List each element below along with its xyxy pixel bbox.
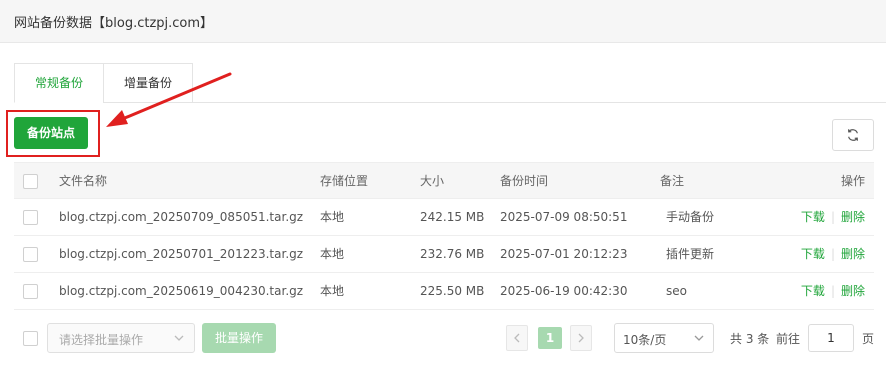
refresh-icon [848,129,858,141]
action-separator: | [830,284,835,298]
delete-link[interactable]: 删除 [841,284,865,298]
footer-select-all-checkbox[interactable] [23,331,38,346]
row-filename: blog.ctzpj.com_20250619_004230.tar.gz [59,284,304,298]
row-size: 232.76 MB [420,247,485,261]
row-actions: 下载 | 删除 [801,273,865,310]
goto-label: 前往 [776,332,801,346]
current-page[interactable]: 1 [538,327,562,349]
next-page-button[interactable] [570,325,592,351]
backup-site-button[interactable]: 备份站点 [14,117,88,149]
col-note: 备注 [660,174,685,188]
row-actions: 下载 | 删除 [801,199,865,236]
chevron-down-icon [694,335,704,341]
chevron-left-icon [514,333,520,343]
chevron-right-icon [578,333,584,343]
row-note: 插件更新 [666,247,715,261]
select-all-checkbox[interactable] [23,174,38,189]
row-checkbox[interactable] [23,284,38,299]
col-filename: 文件名称 [59,174,108,188]
col-location: 存储位置 [320,174,369,188]
dialog-titlebar: 网站备份数据【blog.ctzpj.com】 [0,0,886,43]
row-time: 2025-07-01 20:12:23 [500,247,628,261]
row-note: 手动备份 [666,210,715,224]
row-note: seo [666,284,687,298]
row-time: 2025-06-19 00:42:30 [500,284,628,298]
refresh-button[interactable] [832,119,874,151]
row-filename: blog.ctzpj.com_20250701_201223.tar.gz [59,247,304,261]
batch-operation-button[interactable]: 批量操作 [202,323,276,353]
total-count: 共 3 条 [730,332,770,346]
row-time: 2025-07-09 08:50:51 [500,210,628,224]
download-link[interactable]: 下载 [801,284,825,298]
delete-link[interactable]: 删除 [841,247,865,261]
col-time: 备份时间 [500,174,549,188]
row-size: 242.15 MB [420,210,485,224]
row-actions: 下载 | 删除 [801,236,865,273]
action-separator: | [830,210,835,224]
row-checkbox[interactable] [23,210,38,225]
batch-select-placeholder: 请选择批量操作 [59,333,144,347]
col-size: 大小 [420,174,445,188]
table-row: blog.ctzpj.com_20250709_085051.tar.gz 本地… [14,199,874,236]
row-size: 225.50 MB [420,284,485,298]
row-location: 本地 [320,284,345,298]
tab-incremental-backup[interactable]: 增量备份 [103,63,193,103]
goto-page-input[interactable]: 1 [808,324,854,352]
chevron-down-icon [174,335,184,341]
table-header: 文件名称 存储位置 大小 备份时间 备注 操作 [14,162,874,199]
dialog-title: 网站备份数据【blog.ctzpj.com】 [14,16,214,31]
row-checkbox[interactable] [23,247,38,262]
page-size-value: 10条/页 [623,333,667,347]
table-row: blog.ctzpj.com_20250701_201223.tar.gz 本地… [14,236,874,273]
delete-link[interactable]: 删除 [841,210,865,224]
download-link[interactable]: 下载 [801,247,825,261]
table-row: blog.ctzpj.com_20250619_004230.tar.gz 本地… [14,273,874,310]
row-filename: blog.ctzpj.com_20250709_085051.tar.gz [59,210,304,224]
batch-operation-select[interactable]: 请选择批量操作 [47,323,195,353]
prev-page-button[interactable] [506,325,528,351]
row-location: 本地 [320,247,345,261]
row-location: 本地 [320,210,345,224]
tab-regular-backup[interactable]: 常规备份 [14,63,104,103]
download-link[interactable]: 下载 [801,210,825,224]
page-size-select[interactable]: 10条/页 [614,323,714,353]
goto-suffix: 页 [862,332,875,346]
col-ops: 操作 [840,174,865,188]
action-separator: | [830,247,835,261]
